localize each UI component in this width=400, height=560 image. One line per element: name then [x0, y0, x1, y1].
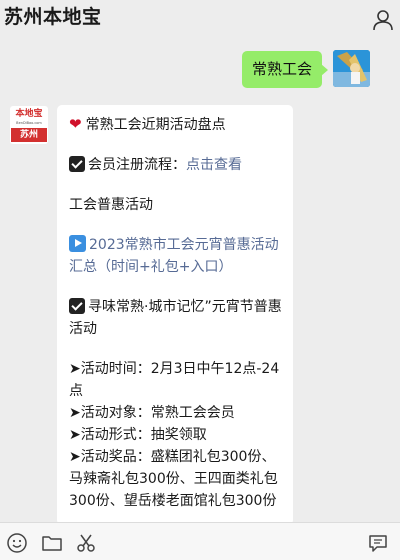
- detail-item: ➤活动形式：抽奖领取: [69, 427, 207, 443]
- avatar-brand: 本地宝: [15, 109, 43, 119]
- register-link[interactable]: 点击查看: [186, 157, 242, 173]
- scissors-icon[interactable]: [75, 532, 97, 554]
- person-icon[interactable]: [371, 8, 395, 32]
- heart-icon: ❤: [69, 115, 82, 133]
- check-icon: [69, 298, 85, 314]
- input-toolbar: [0, 522, 400, 560]
- detail-item: ➤活动时间：2月3日中午12点-24点: [69, 361, 280, 399]
- section-title: 工会普惠活动: [69, 197, 153, 213]
- check-icon: [69, 156, 85, 172]
- incoming-bubble: ❤ 常熟工会近期活动盘点 会员注册流程：点击查看 工会普惠活动 2023常熟市工会…: [57, 105, 293, 525]
- play-icon: [69, 235, 86, 252]
- article-line: 2023常熟市工会元宵普惠活动汇总（时间+礼包+入口）: [69, 234, 283, 278]
- account-avatar[interactable]: 本地宝 BenDiBao.com 苏州: [10, 106, 48, 144]
- detail-item: ➤活动对象：常熟工会会员: [69, 405, 235, 421]
- user-avatar[interactable]: [333, 50, 370, 87]
- event-title: 寻味常熟·城市记忆”元宵节普惠活动: [69, 299, 282, 337]
- chat-icon[interactable]: [367, 532, 389, 554]
- outgoing-message: 常熟工会: [0, 50, 400, 90]
- message-heading: ❤ 常熟工会近期活动盘点: [69, 115, 226, 133]
- register-line: 会员注册流程：点击查看: [69, 154, 283, 176]
- detail-item: ➤活动奖品：盛糕团礼包300份、马辣斋礼包300份、王四面类礼包300份、望岳楼…: [69, 449, 278, 509]
- emoji-icon[interactable]: [6, 532, 28, 554]
- article-link[interactable]: 2023常熟市工会元宵普惠活动汇总（时间+礼包+入口）: [69, 237, 279, 275]
- register-label: 会员注册流程：: [88, 157, 186, 173]
- outgoing-bubble[interactable]: 常熟工会: [242, 51, 328, 88]
- avatar-city: 苏州: [11, 128, 47, 142]
- event-title-line: 寻味常熟·城市记忆”元宵节普惠活动: [69, 296, 283, 340]
- chat-title: 苏州本地宝: [4, 6, 102, 28]
- avatar-url: BenDiBao.com: [16, 121, 42, 125]
- folder-icon[interactable]: [41, 532, 63, 554]
- chat-header: 苏州本地宝: [0, 0, 400, 40]
